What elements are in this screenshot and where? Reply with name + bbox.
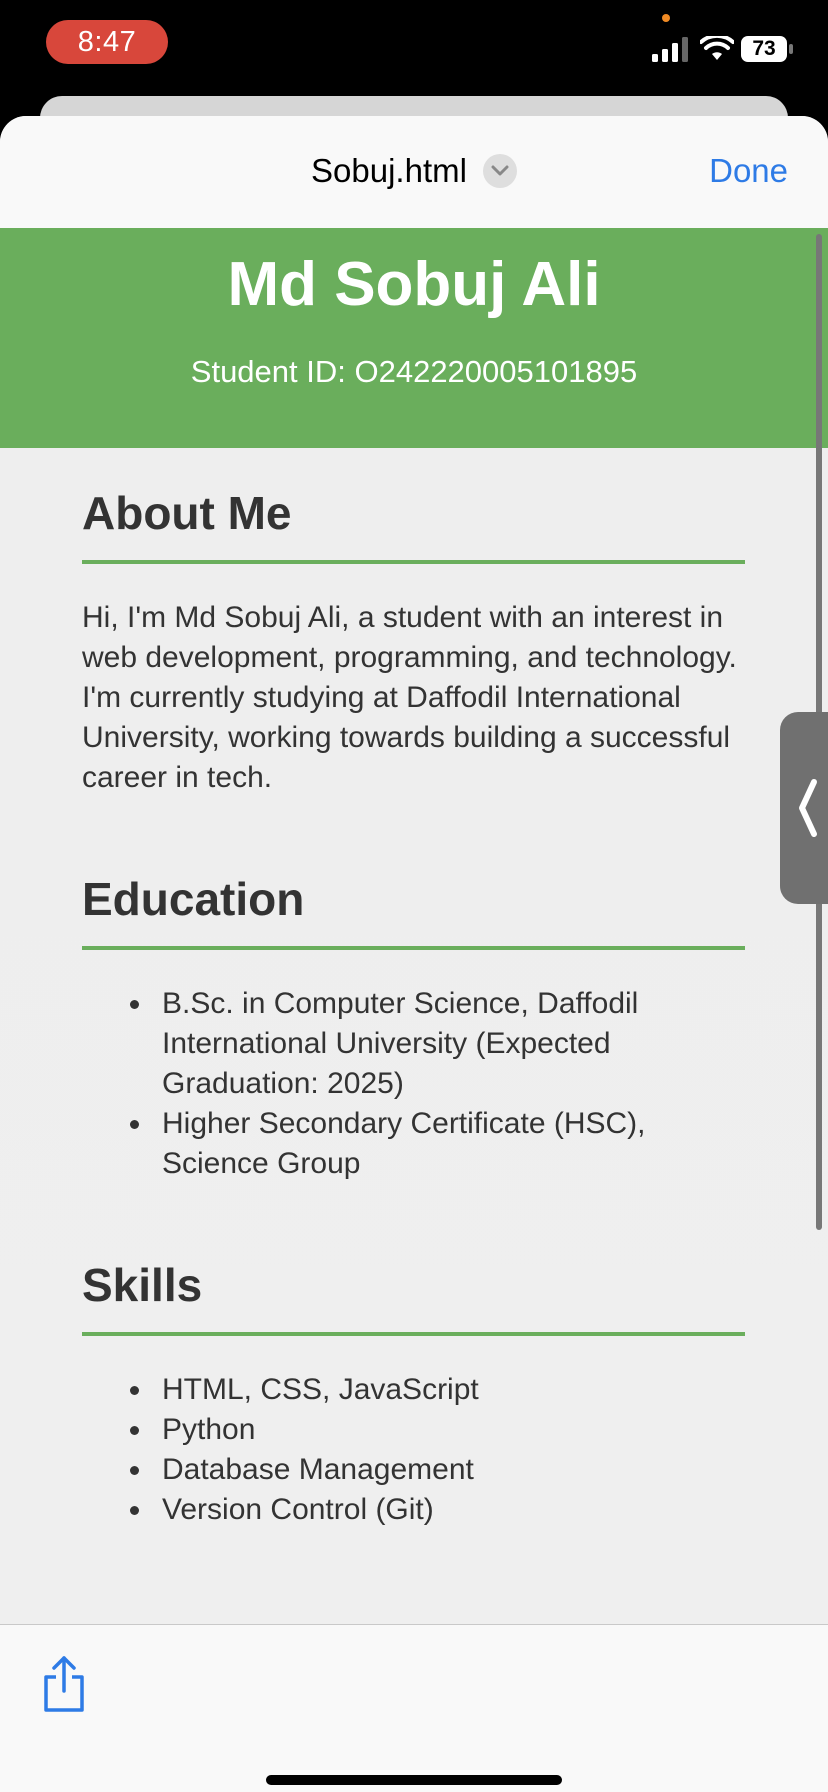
wifi-icon (700, 36, 734, 60)
section-divider (82, 946, 745, 950)
status-time: 8:47 (46, 20, 168, 64)
section-divider (82, 1332, 745, 1336)
side-panel-handle[interactable] (780, 712, 828, 904)
share-icon[interactable] (40, 1655, 88, 1713)
done-button[interactable]: Done (709, 152, 788, 190)
document-title-menu[interactable]: Sobuj.html (0, 152, 828, 190)
list-item: Python (82, 1410, 745, 1450)
document-title: Sobuj.html (311, 152, 467, 189)
section-divider (82, 560, 745, 564)
skills-section: Skills HTML, CSS, JavaScript Python Data… (82, 1258, 745, 1530)
html-preview[interactable]: Md Sobuj Ali Student ID: O24222000510189… (0, 228, 828, 1624)
battery-icon: 73 (741, 36, 787, 62)
education-list: B.Sc. in Computer Science, Daffodil Inte… (82, 984, 745, 1184)
list-item: HTML, CSS, JavaScript (82, 1370, 745, 1410)
battery-tip (789, 44, 793, 54)
bottom-toolbar (0, 1624, 828, 1792)
home-indicator (266, 1775, 562, 1785)
chevron-left-icon (799, 779, 817, 837)
skills-list: HTML, CSS, JavaScript Python Database Ma… (82, 1370, 745, 1530)
document-viewer-sheet: Sobuj.html Done Md Sobuj Ali Student ID:… (0, 116, 828, 1792)
list-item: Higher Secondary Certificate (HSC), Scie… (82, 1104, 745, 1184)
student-id: Student ID: O242220005101895 (190, 354, 638, 389)
list-item: Version Control (Git) (82, 1490, 745, 1530)
list-item: B.Sc. in Computer Science, Daffodil Inte… (82, 984, 745, 1104)
education-section: Education B.Sc. in Computer Science, Daf… (82, 872, 745, 1184)
status-bar: 8:47 73 (0, 0, 828, 100)
about-text: Hi, I'm Md Sobuj Ali, a student with an … (82, 601, 737, 794)
about-heading: About Me (82, 487, 292, 539)
skills-heading: Skills (82, 1259, 203, 1311)
about-section: About Me Hi, I'm Md Sobuj Ali, a student… (82, 486, 745, 798)
privacy-indicator-dot (662, 14, 670, 22)
education-heading: Education (82, 873, 305, 925)
profile-header: Md Sobuj Ali Student ID: O24222000510189… (0, 228, 828, 448)
viewer-nav-bar: Sobuj.html Done (0, 116, 828, 229)
chevron-down-icon[interactable] (482, 154, 517, 188)
profile-name: Md Sobuj Ali (227, 250, 601, 319)
signal-icon (652, 37, 688, 62)
list-item: Database Management (82, 1450, 745, 1490)
